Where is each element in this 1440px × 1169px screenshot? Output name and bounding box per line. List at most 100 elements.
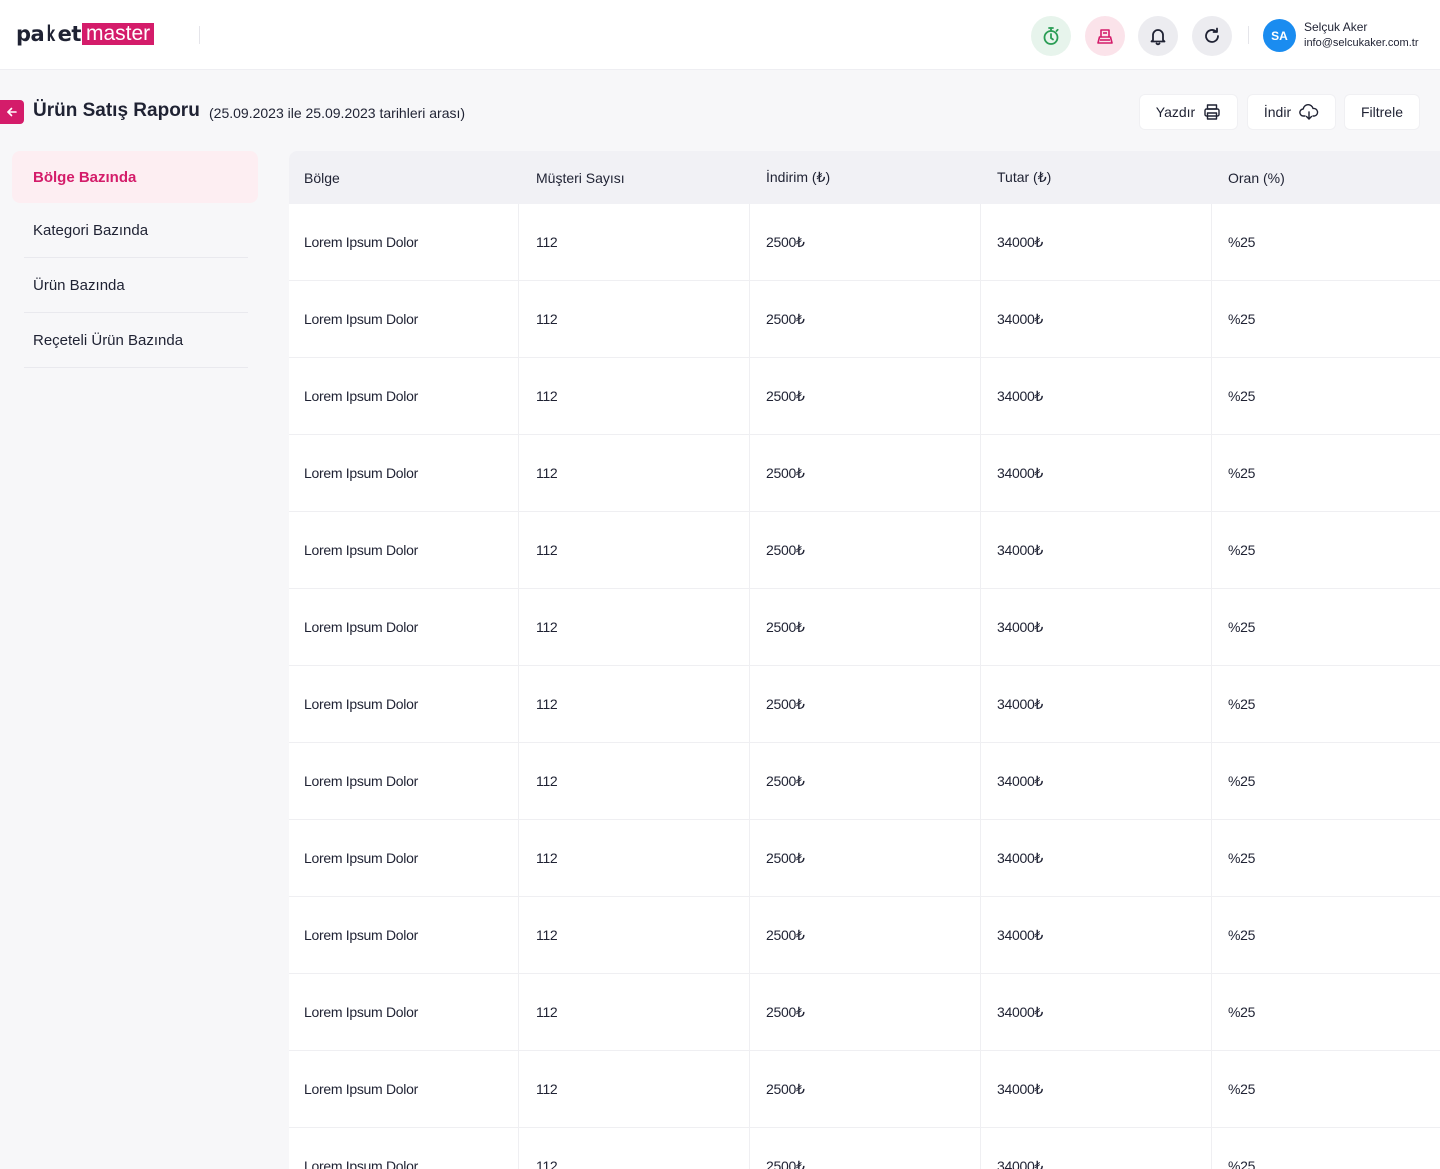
cell-amount: 34000₺ <box>981 358 1212 434</box>
cell-amount: 34000₺ <box>981 512 1212 588</box>
header-divider-right <box>1248 26 1249 44</box>
cell-region: Lorem Ipsum Dolor <box>289 512 519 588</box>
cell-discount: 2500₺ <box>750 974 981 1050</box>
table-row[interactable]: Lorem Ipsum Dolor 112 2500₺ 34000₺ %25 <box>289 974 1440 1051</box>
table-body: Lorem Ipsum Dolor 112 2500₺ 34000₺ %25 Lorem … <box>289 204 1440 1169</box>
cell-discount: 2500₺ <box>750 897 981 973</box>
column-header-amount[interactable]: Tutar (₺) <box>981 151 1212 204</box>
cell-amount: 34000₺ <box>981 1128 1212 1169</box>
table-row[interactable]: Lorem Ipsum Dolor 112 2500₺ 34000₺ %25 <box>289 1051 1440 1128</box>
table-row[interactable]: Lorem Ipsum Dolor 112 2500₺ 34000₺ %25 <box>289 743 1440 820</box>
paketmaster-logo[interactable]: pa k et master <box>16 22 155 46</box>
cell-discount: 2500₺ <box>750 1128 981 1169</box>
cell-customer-count: 112 <box>519 1051 750 1127</box>
cell-discount: 2500₺ <box>750 435 981 511</box>
cell-region: Lorem Ipsum Dolor <box>289 974 519 1050</box>
stopwatch-icon <box>1043 27 1059 45</box>
cell-customer-count: 112 <box>519 743 750 819</box>
cell-amount: 34000₺ <box>981 666 1212 742</box>
top-header: pa k et master SA Selçuk Aker info@selcuka… <box>0 0 1440 70</box>
cell-ratio: %25 <box>1228 388 1256 404</box>
cell-region: Lorem Ipsum Dolor <box>289 820 519 896</box>
cell-amount: 34000₺ <box>981 281 1212 357</box>
print-label: Yazdır <box>1155 104 1196 120</box>
cell-region: Lorem Ipsum Dolor <box>289 358 519 434</box>
user-email: info@selcukaker.com.tr <box>1304 37 1419 49</box>
cell-customer-count: 112 <box>519 435 750 511</box>
back-button[interactable] <box>0 100 24 124</box>
cell-region: Lorem Ipsum Dolor <box>289 1051 519 1127</box>
cell-ratio: %25 <box>1228 1004 1256 1020</box>
cell-ratio: %25 <box>1228 850 1256 866</box>
cell-customer-count: 112 <box>519 897 750 973</box>
cell-amount: 34000₺ <box>981 589 1212 665</box>
cell-discount: 2500₺ <box>750 204 981 280</box>
cash-register-button[interactable] <box>1085 16 1125 56</box>
cell-amount: 34000₺ <box>981 435 1212 511</box>
cell-ratio: %25 <box>1228 619 1256 635</box>
cell-ratio: %25 <box>1228 1158 1256 1169</box>
cell-customer-count: 112 <box>519 666 750 742</box>
sidebar-item-prescription-product[interactable]: Reçeteli Ürün Bazında <box>24 313 248 368</box>
page-title: Ürün Satış Raporu <box>33 100 200 121</box>
stopwatch-button[interactable] <box>1031 16 1071 56</box>
cell-amount: 34000₺ <box>981 204 1212 280</box>
cell-discount: 2500₺ <box>750 512 981 588</box>
cell-amount: 34000₺ <box>981 743 1212 819</box>
cell-ratio: %25 <box>1228 465 1256 481</box>
cell-discount: 2500₺ <box>750 589 981 665</box>
bell-icon <box>1150 29 1166 46</box>
refresh-icon <box>1205 27 1219 43</box>
cell-customer-count: 112 <box>519 1128 750 1169</box>
notifications-button[interactable] <box>1138 16 1178 56</box>
refresh-button[interactable] <box>1192 16 1232 56</box>
table-row[interactable]: Lorem Ipsum Dolor 112 2500₺ 34000₺ %25 <box>289 666 1440 743</box>
cell-region: Lorem Ipsum Dolor <box>289 204 519 280</box>
cell-amount: 34000₺ <box>981 820 1212 896</box>
table-row[interactable]: Lorem Ipsum Dolor 112 2500₺ 34000₺ %25 <box>289 358 1440 435</box>
sidebar-item-product[interactable]: Ürün Bazında <box>24 258 248 313</box>
table-row[interactable]: Lorem Ipsum Dolor 112 2500₺ 34000₺ %25 <box>289 897 1440 974</box>
download-button[interactable]: İndir <box>1247 94 1336 130</box>
column-header-discount[interactable]: İndirim (₺) <box>750 151 981 204</box>
column-header-region[interactable]: Bölge <box>289 151 519 204</box>
cell-region: Lorem Ipsum Dolor <box>289 666 519 742</box>
cell-discount: 2500₺ <box>750 1051 981 1127</box>
filter-button[interactable]: Filtrele <box>1344 94 1420 130</box>
cell-discount: 2500₺ <box>750 358 981 434</box>
cell-discount: 2500₺ <box>750 743 981 819</box>
print-button[interactable]: Yazdır <box>1139 94 1238 130</box>
table-row[interactable]: Lorem Ipsum Dolor 112 2500₺ 34000₺ %25 <box>289 1128 1440 1169</box>
table-row[interactable]: Lorem Ipsum Dolor 112 2500₺ 34000₺ %25 <box>289 435 1440 512</box>
logo-wordmark-master: master <box>81 23 155 45</box>
column-header-customer-count[interactable]: Müşteri Sayısı <box>519 151 750 204</box>
cell-discount: 2500₺ <box>750 820 981 896</box>
report-table: Bölge Müşteri Sayısı İndirim (₺) Tutar (… <box>289 151 1440 1169</box>
cell-ratio: %25 <box>1228 927 1256 943</box>
cell-discount: 2500₺ <box>750 281 981 357</box>
cell-customer-count: 112 <box>519 512 750 588</box>
user-name[interactable]: Selçuk Aker <box>1304 20 1367 34</box>
cell-customer-count: 112 <box>519 204 750 280</box>
cell-region: Lorem Ipsum Dolor <box>289 1128 519 1169</box>
cell-customer-count: 112 <box>519 974 750 1050</box>
column-header-ratio[interactable]: Oran (%) <box>1212 151 1440 204</box>
sidebar-item-category[interactable]: Kategori Bazında <box>24 203 248 258</box>
cell-region: Lorem Ipsum Dolor <box>289 281 519 357</box>
sidebar-item-region[interactable]: Bölge Bazında <box>12 151 258 203</box>
logo-wordmark-pak: pa k et <box>16 22 81 46</box>
cell-customer-count: 112 <box>519 281 750 357</box>
printer-icon <box>1204 104 1220 120</box>
table-row[interactable]: Lorem Ipsum Dolor 112 2500₺ 34000₺ %25 <box>289 204 1440 281</box>
download-label: İndir <box>1263 104 1292 120</box>
table-row[interactable]: Lorem Ipsum Dolor 112 2500₺ 34000₺ %25 <box>289 820 1440 897</box>
cell-customer-count: 112 <box>519 358 750 434</box>
cell-amount: 34000₺ <box>981 1051 1212 1127</box>
report-type-sidebar: Bölge Bazında Kategori Bazında Ürün Bazı… <box>12 151 258 368</box>
cash-register-icon <box>1097 29 1113 44</box>
table-row[interactable]: Lorem Ipsum Dolor 112 2500₺ 34000₺ %25 <box>289 589 1440 666</box>
cell-ratio: %25 <box>1228 234 1256 250</box>
avatar[interactable]: SA <box>1263 19 1296 52</box>
table-row[interactable]: Lorem Ipsum Dolor 112 2500₺ 34000₺ %25 <box>289 281 1440 358</box>
table-row[interactable]: Lorem Ipsum Dolor 112 2500₺ 34000₺ %25 <box>289 512 1440 589</box>
